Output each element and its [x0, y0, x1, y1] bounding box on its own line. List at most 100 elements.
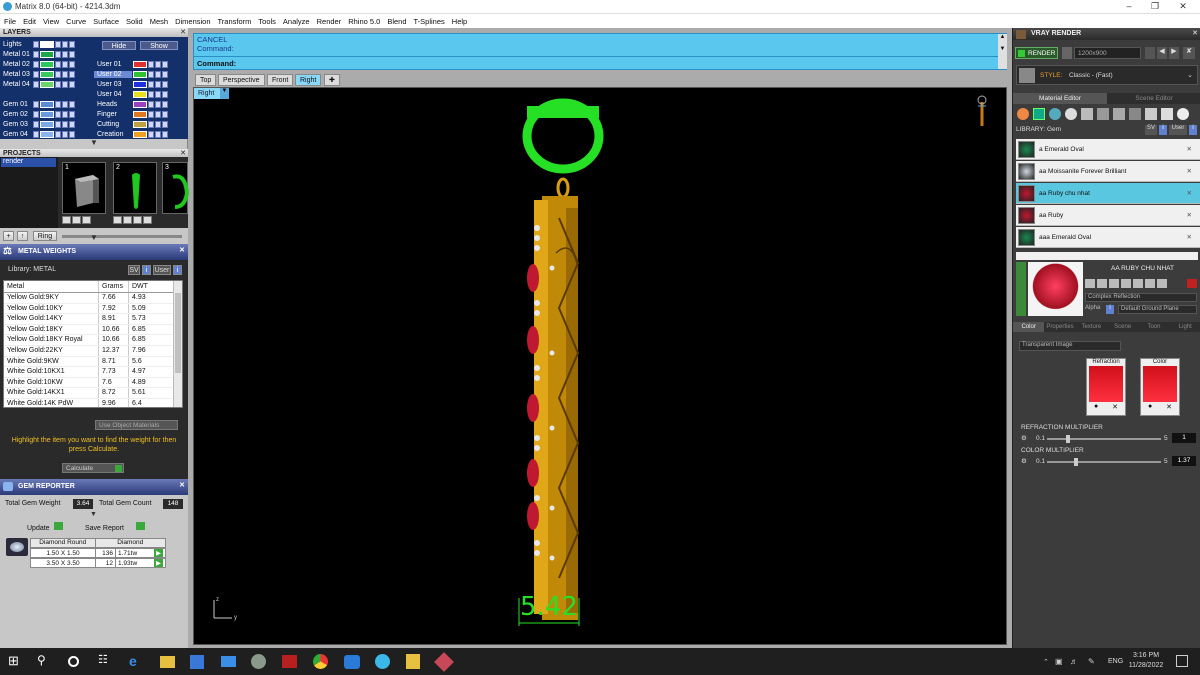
lock-icon[interactable] [155, 81, 161, 88]
tab-scene-editor[interactable]: Scene Editor [1107, 93, 1200, 104]
app-icon[interactable] [406, 654, 420, 669]
tab-material-editor[interactable]: Material Editor [1013, 93, 1107, 104]
resolution-field[interactable]: 1200x900 [1074, 47, 1141, 59]
layer-color-swatch[interactable] [40, 81, 54, 88]
pattern-icon[interactable] [1129, 108, 1141, 120]
network-icon[interactable]: ▣ [1055, 657, 1063, 666]
chevron-up-icon[interactable]: ⌃ [1043, 658, 1049, 666]
refraction-slider[interactable] [1047, 435, 1161, 443]
lock-icon[interactable] [62, 41, 68, 48]
up-icon[interactable]: ↑ [17, 231, 28, 241]
app-icon[interactable] [434, 652, 454, 672]
tab-perspective[interactable]: Perspective [218, 74, 265, 86]
project-thumbnail[interactable]: 1 [62, 162, 106, 214]
show-button[interactable]: Show [140, 41, 178, 50]
menu-edit[interactable]: Edit [23, 17, 36, 26]
tab-scene[interactable]: Scene [1106, 322, 1139, 332]
layer-color-swatch[interactable] [40, 131, 54, 138]
search-icon[interactable]: ⚲ [37, 653, 54, 670]
light-bulb-icon[interactable] [1177, 108, 1189, 120]
layer-color-swatch[interactable] [133, 121, 147, 128]
project-thumbnail[interactable]: 3 [162, 162, 190, 214]
settings-icon[interactable] [1062, 47, 1072, 59]
matrix-app-icon[interactable] [251, 654, 266, 669]
select-icon[interactable] [162, 91, 168, 98]
lock-icon[interactable] [62, 101, 68, 108]
tab-right[interactable]: Right [295, 74, 322, 86]
layer-color-swatch[interactable] [40, 61, 54, 68]
layer-row[interactable]: User 03 [94, 80, 168, 89]
layer-row[interactable]: Creation [94, 130, 168, 139]
ground-plane-dropdown[interactable]: Default Ground Plane [1118, 305, 1197, 314]
menu-help[interactable]: Help [452, 17, 467, 26]
select-icon[interactable] [162, 61, 168, 68]
add-tab-icon[interactable]: ✚ [324, 74, 340, 86]
table-row[interactable]: 3.50 X 3.50 12 1.93tw ▶ [30, 558, 166, 568]
tab-color[interactable]: Color [1013, 322, 1045, 332]
select-icon[interactable] [162, 111, 168, 118]
close-icon[interactable]: ✕ [1187, 189, 1192, 197]
lock-icon[interactable] [33, 71, 39, 78]
select-icon[interactable] [69, 51, 75, 58]
project-item[interactable]: render [1, 158, 56, 167]
sv-button[interactable]: SV [1145, 125, 1157, 135]
table-row[interactable]: White Gold:10KX1 7.73 4.97 [4, 367, 182, 378]
close-icon[interactable]: ✕ [1166, 403, 1172, 411]
lock-icon[interactable] [155, 111, 161, 118]
lock-icon[interactable] [155, 61, 161, 68]
info-icon[interactable]: i [1159, 125, 1167, 135]
table-row[interactable]: Yellow Gold:18KY Royal 10.66 6.85 [4, 335, 182, 346]
menu-render[interactable]: Render [317, 17, 342, 26]
layer-color-swatch[interactable] [40, 71, 54, 78]
select-icon[interactable] [162, 121, 168, 128]
lock-icon[interactable] [62, 131, 68, 138]
language-indicator[interactable]: ENG [1108, 658, 1123, 665]
visibility-icon[interactable] [55, 111, 61, 118]
menu-analyze[interactable]: Analyze [283, 17, 310, 26]
tab-toon[interactable]: Toon [1138, 322, 1170, 332]
pin-icon[interactable]: ✘ [1183, 47, 1195, 59]
visibility-icon[interactable] [148, 61, 154, 68]
visibility-icon[interactable] [55, 121, 61, 128]
project-scroll[interactable] [62, 235, 182, 238]
play-icon[interactable]: ▶ [154, 549, 163, 557]
menu-view[interactable]: View [43, 17, 59, 26]
layer-color-swatch[interactable] [40, 51, 54, 58]
palette-icon[interactable]: ● [1148, 403, 1152, 411]
metal-drop-icon[interactable] [1017, 108, 1029, 120]
info-icon[interactable]: i [173, 265, 182, 275]
transparent-image-dropdown[interactable]: Transparent Image [1019, 341, 1121, 351]
visibility-icon[interactable] [148, 71, 154, 78]
scrollbar[interactable]: ▲ ▼ [998, 34, 1007, 69]
menu-tools[interactable]: Tools [258, 17, 276, 26]
clock-time[interactable]: 3:16 PM [1128, 652, 1164, 659]
tab-top[interactable]: Top [195, 74, 217, 86]
tab-texture[interactable]: Texture [1075, 322, 1107, 332]
calculate-button[interactable]: Calculate [62, 463, 124, 473]
collapse-icon[interactable]: ▼ [90, 233, 98, 242]
table-row[interactable]: White Gold:14KX1 8.72 5.61 [4, 388, 182, 399]
add-icon[interactable]: + [3, 231, 14, 241]
volume-icon[interactable]: ♬ [1070, 657, 1078, 666]
hand-icon[interactable] [1145, 108, 1157, 120]
mail-icon[interactable] [221, 656, 236, 667]
material-item[interactable]: aa Ruby chu nhat ✕ [1016, 183, 1200, 204]
table-row[interactable]: White Gold:9KW 8.71 5.6 [4, 356, 182, 368]
tab-light[interactable]: Light [1169, 322, 1200, 332]
color-swatch[interactable]: Color ● ✕ [1140, 358, 1180, 416]
next-icon[interactable]: ▶ [1169, 47, 1179, 59]
layer-row[interactable]: Heads [94, 100, 168, 109]
layer-row[interactable]: Finger [94, 110, 168, 119]
visibility-icon[interactable] [55, 51, 61, 58]
visibility-icon[interactable] [55, 81, 61, 88]
edge-icon[interactable]: e [129, 653, 146, 670]
lock-icon[interactable] [62, 71, 68, 78]
user-button[interactable]: User [153, 265, 171, 275]
store-icon[interactable] [190, 655, 204, 669]
plane-icon[interactable] [1081, 108, 1093, 120]
select-icon[interactable] [162, 101, 168, 108]
material-item[interactable]: a Emerald Oval ✕ [1016, 139, 1200, 160]
lock-icon[interactable] [62, 61, 68, 68]
lock-icon[interactable] [155, 131, 161, 138]
lock-icon[interactable] [33, 81, 39, 88]
